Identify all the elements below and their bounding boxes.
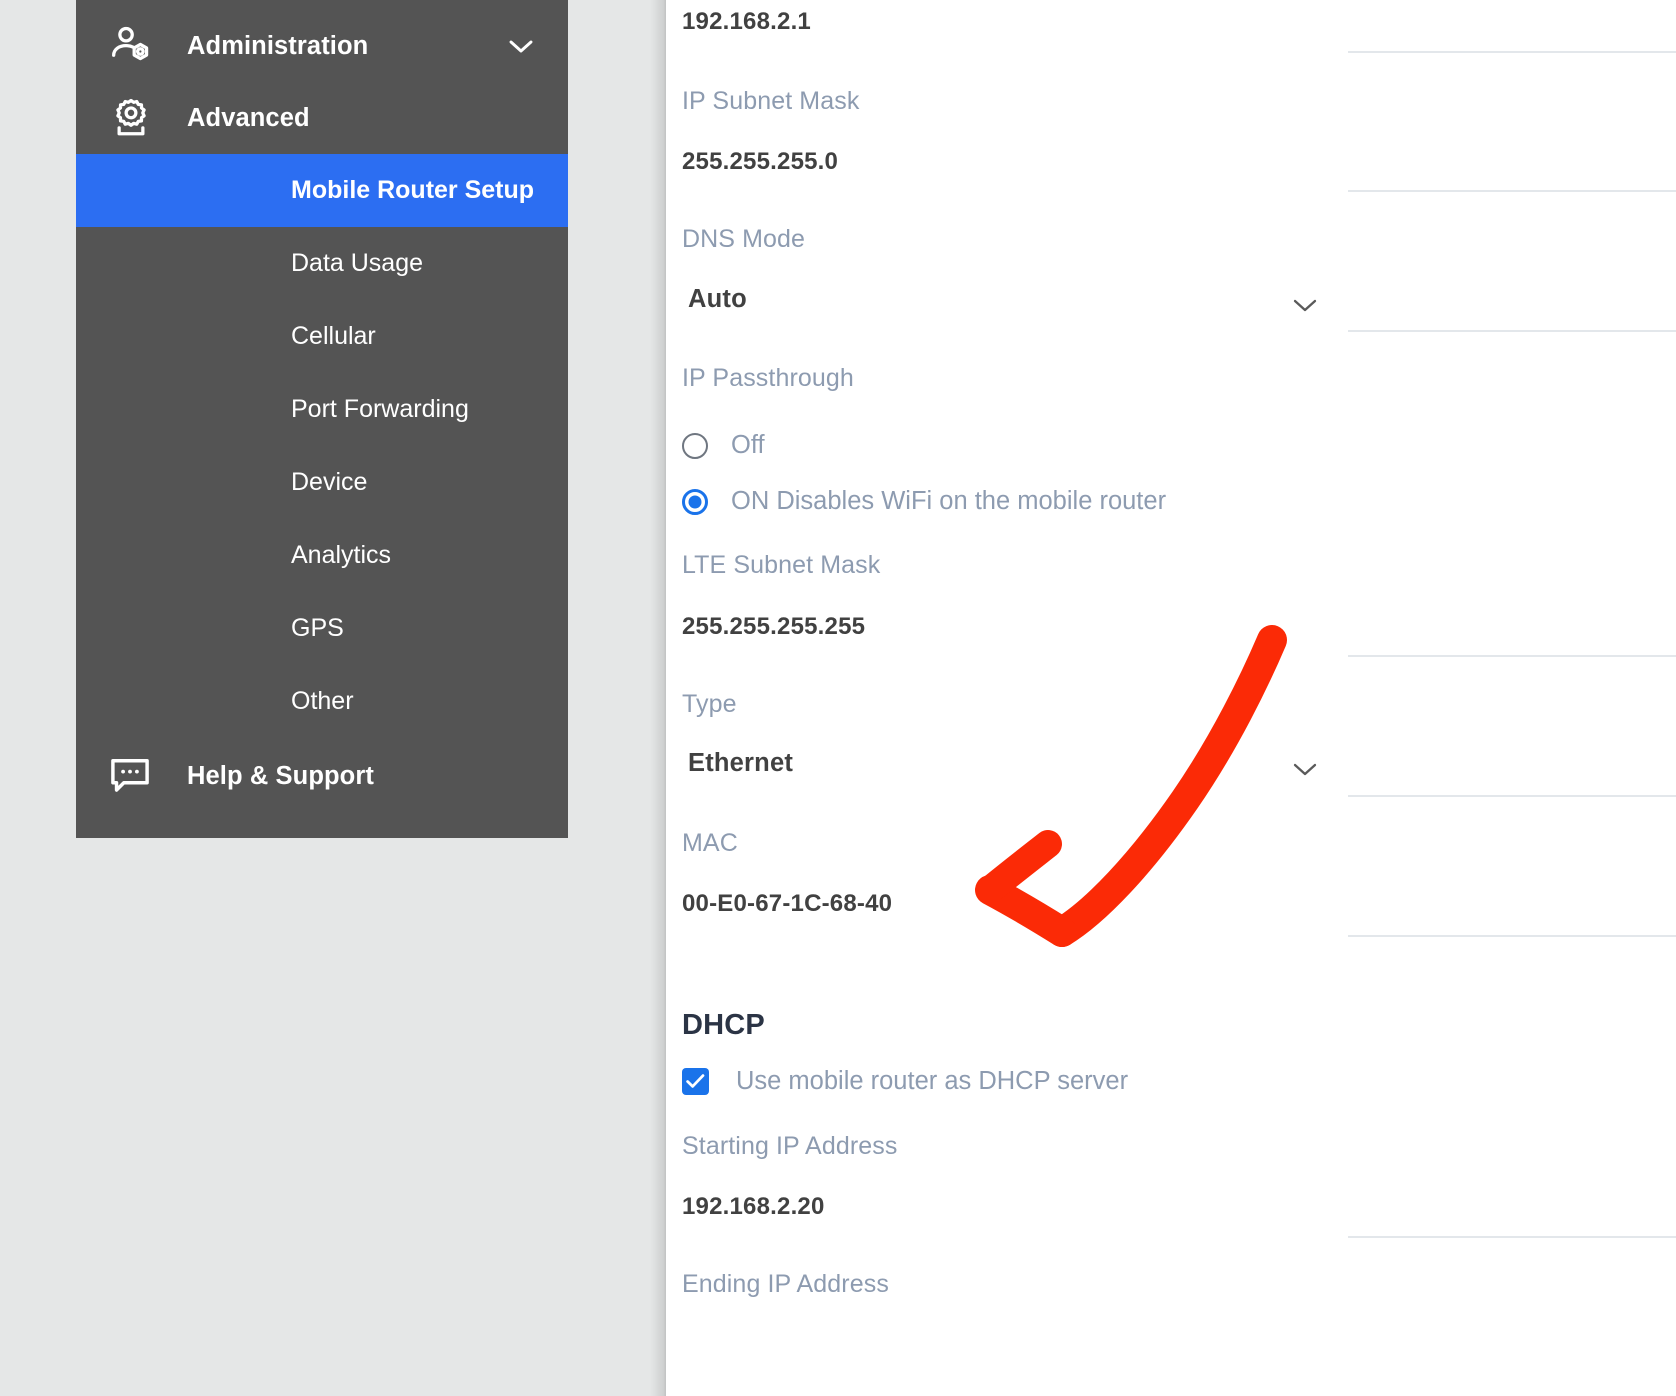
checkbox-label: Use mobile router as DHCP server: [736, 1067, 1129, 1095]
divider: [1348, 330, 1676, 332]
divider: [1348, 51, 1676, 53]
sidebar-item-mobile-router-setup[interactable]: Mobile Router Setup: [76, 154, 568, 227]
lte-subnet-mask-label: LTE Subnet Mask: [682, 551, 881, 579]
sidebar-item-port-forwarding[interactable]: Port Forwarding: [76, 373, 568, 446]
field-starting-ip: Starting IP Address: [682, 1132, 897, 1161]
radio-label: ON Disables WiFi on the mobile router: [731, 487, 1167, 515]
user-settings-icon: [108, 24, 164, 68]
ip-passthrough-label: IP Passthrough: [682, 364, 854, 392]
field-ip-subnet-mask: IP Subnet Mask: [682, 87, 859, 116]
radio-label: Off: [731, 431, 765, 459]
sidebar-item-label: GPS: [291, 614, 344, 642]
dns-mode-select[interactable]: Auto: [682, 285, 1410, 314]
ip-subnet-mask-label: IP Subnet Mask: [682, 87, 860, 115]
sidebar-item-label: Other: [291, 687, 354, 715]
radio-unselected-icon: [682, 432, 708, 459]
dns-mode-label: DNS Mode: [682, 225, 806, 253]
type-label: Type: [682, 690, 737, 718]
chevron-down-icon[interactable]: [508, 38, 534, 54]
settings-panel: 192.168.2.1 IP Subnet Mask 255.255.255.0…: [666, 0, 1676, 1396]
divider: [1348, 655, 1676, 657]
sidebar-item-security[interactable]: Security: [76, 0, 568, 10]
sidebar-item-label: Port Forwarding: [291, 395, 469, 423]
sidebar-item-analytics[interactable]: Analytics: [76, 519, 568, 592]
sidebar-item-data-usage[interactable]: Data Usage: [76, 227, 568, 300]
field-ip-passthrough: IP Passthrough: [682, 364, 854, 393]
field-mac: MAC: [682, 829, 738, 858]
starting-ip-value[interactable]: 192.168.2.20: [682, 1193, 825, 1221]
sidebar-item-label: Data Usage: [291, 249, 424, 277]
ending-ip-label: Ending IP Address: [682, 1270, 889, 1298]
checkbox-dhcp-server[interactable]: Use mobile router as DHCP server: [682, 1067, 1128, 1096]
divider: [1348, 935, 1676, 937]
panel-shadow: [650, 0, 666, 1396]
mac-label: MAC: [682, 829, 738, 857]
radio-ip-passthrough-on[interactable]: ON Disables WiFi on the mobile router: [682, 487, 1166, 516]
sidebar-item-label: Analytics: [291, 541, 392, 569]
ip-subnet-mask-value[interactable]: 255.255.255.0: [682, 148, 838, 176]
field-dns-mode: DNS Mode: [682, 225, 805, 254]
chat-bubble-icon: [108, 754, 164, 798]
sidebar-item-label: Cellular: [291, 322, 376, 350]
field-type: Type: [682, 690, 737, 719]
sidebar-item-label: Mobile Router Setup: [291, 176, 535, 204]
sidebar-item-device[interactable]: Device: [76, 446, 568, 519]
sidebar-item-other[interactable]: Other: [76, 665, 568, 738]
sidebar-item-label: Administration: [187, 31, 369, 60]
mac-value[interactable]: 00-E0-67-1C-68-40: [682, 890, 892, 918]
lte-subnet-mask-value[interactable]: 255.255.255.255: [682, 613, 865, 641]
sidebar-item-administration[interactable]: Administration: [76, 10, 568, 82]
sidebar-item-cellular[interactable]: Cellular: [76, 300, 568, 373]
field-ending-ip: Ending IP Address: [682, 1270, 889, 1299]
field-lte-subnet-mask: LTE Subnet Mask: [682, 551, 880, 580]
ip-address-value[interactable]: 192.168.2.1: [682, 8, 811, 36]
sidebar-item-label: Device: [291, 468, 368, 496]
sidebar-item-help-support[interactable]: Help & Support: [76, 738, 568, 814]
radio-selected-icon: [682, 488, 708, 515]
type-select[interactable]: Ethernet: [682, 749, 1410, 778]
chevron-down-icon[interactable]: [1292, 762, 1318, 777]
radio-ip-passthrough-off[interactable]: Off: [682, 431, 765, 460]
field-ip-address: 192.168.2.1: [682, 8, 811, 36]
divider: [1348, 795, 1676, 797]
divider: [1348, 1236, 1676, 1238]
divider: [1348, 190, 1676, 192]
dhcp-section-heading: DHCP: [682, 1009, 765, 1041]
sidebar-item-label: Advanced: [187, 103, 310, 132]
sidebar-item-advanced[interactable]: Advanced: [76, 82, 568, 154]
sidebar-item-label: Help & Support: [187, 761, 374, 790]
sidebar-navigation: Security Administration: [76, 0, 568, 838]
starting-ip-label: Starting IP Address: [682, 1132, 898, 1160]
chevron-down-icon[interactable]: [1292, 298, 1318, 313]
sidebar-item-gps[interactable]: GPS: [76, 592, 568, 665]
checkbox-checked-icon: [682, 1068, 709, 1095]
gear-icon: [108, 96, 164, 140]
screen-root: Security Administration: [0, 0, 1676, 1396]
